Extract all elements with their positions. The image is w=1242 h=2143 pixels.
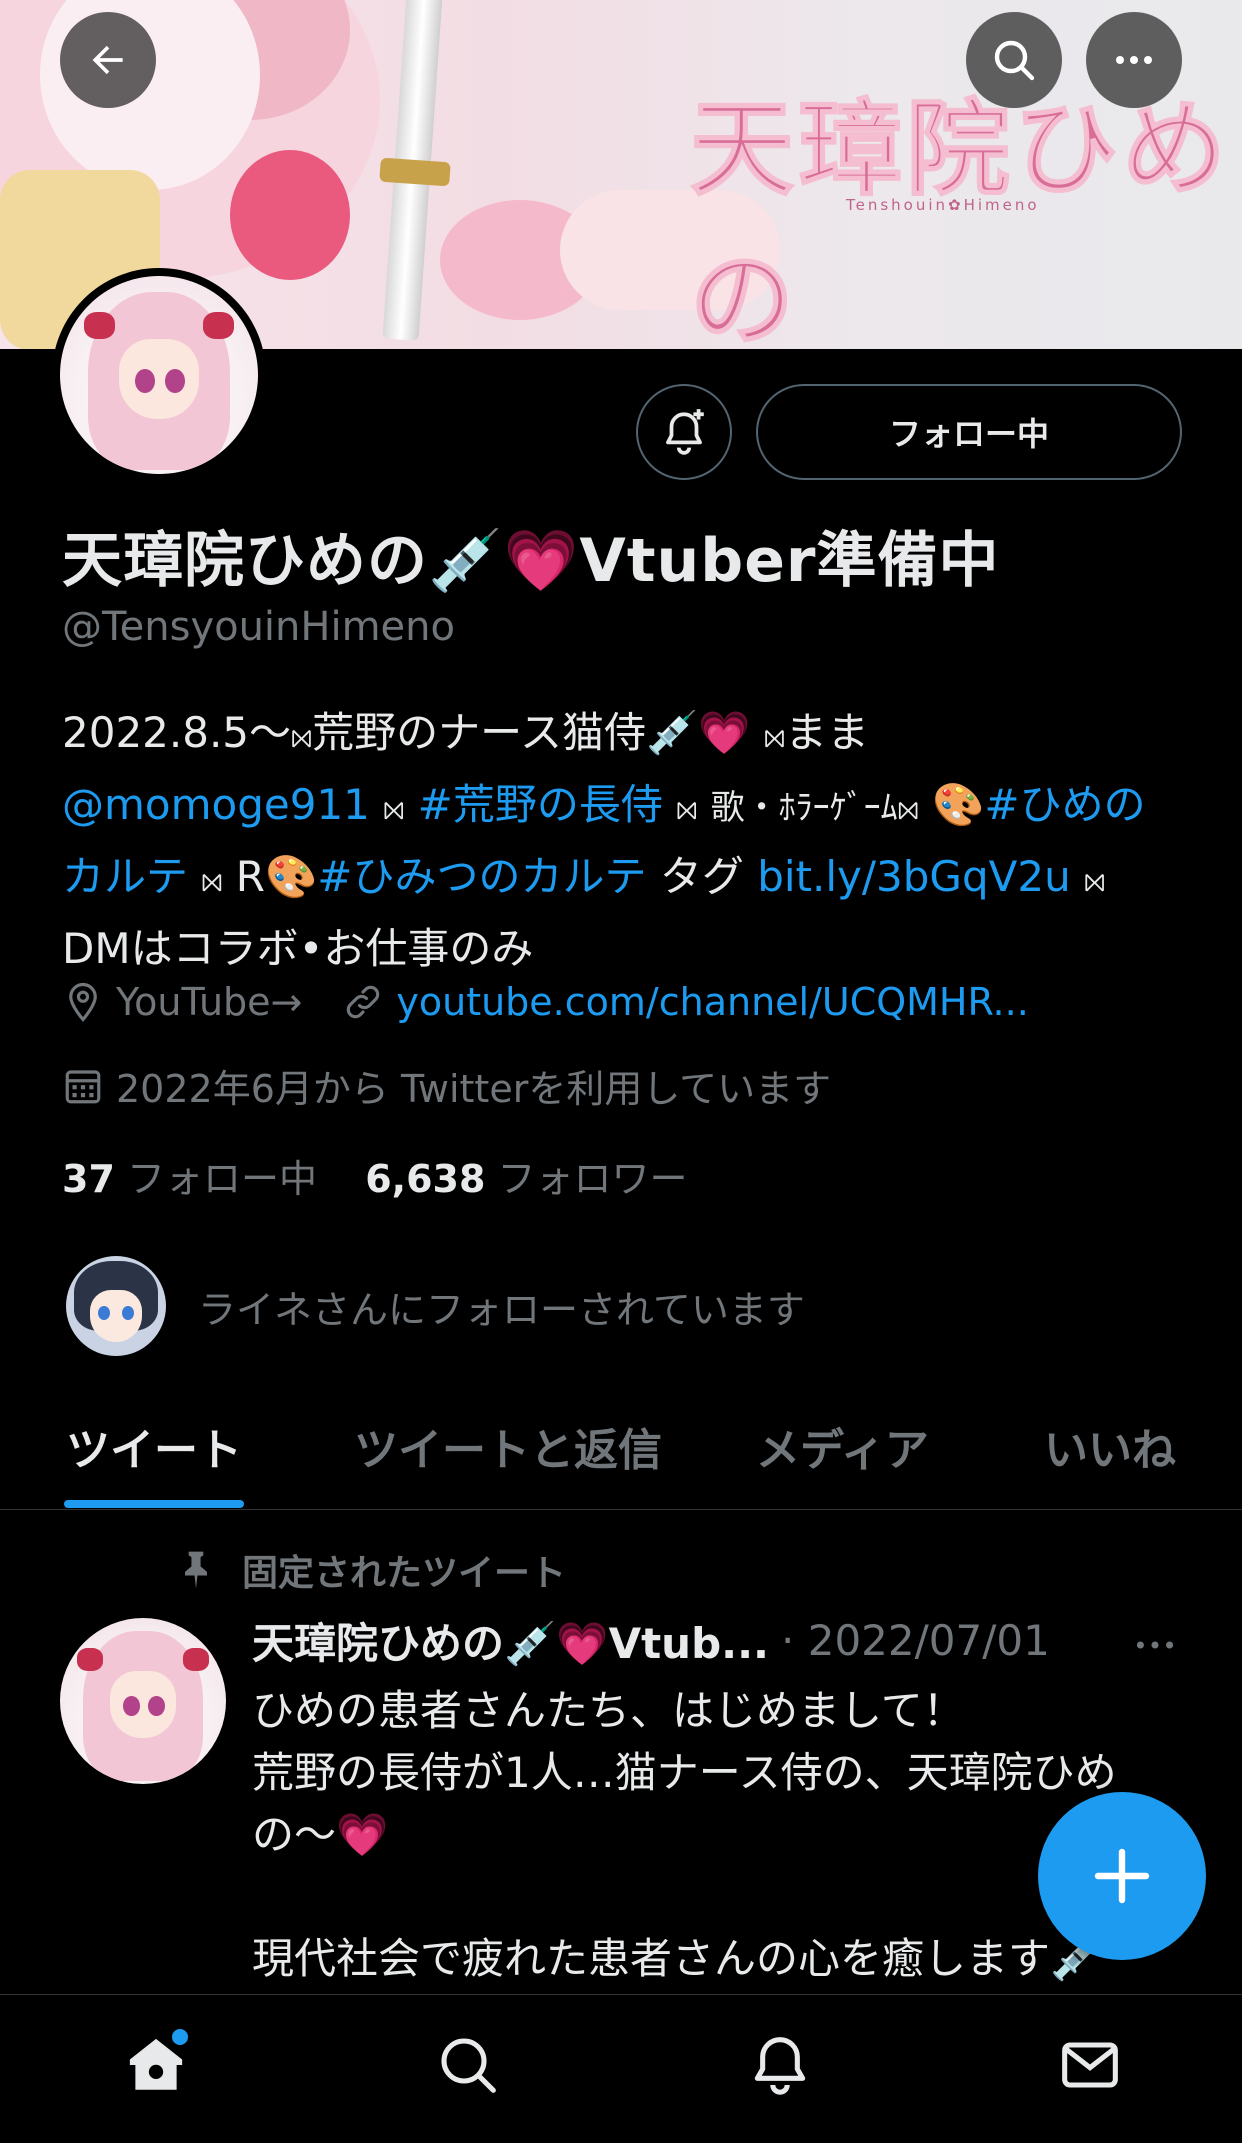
user-handle: @TensyouinHimeno <box>62 604 455 650</box>
nav-home[interactable] <box>116 2025 196 2105</box>
avatar-bow <box>83 311 116 340</box>
notification-dot <box>172 2029 188 2045</box>
location-pin-icon <box>69 982 97 1022</box>
search-icon <box>441 2038 496 2093</box>
bio-text: DMはコラボ•お仕事のみ <box>62 924 534 973</box>
profile-joined-row: 2022年6月から Twitterを利用しています <box>62 1058 831 1113</box>
notify-button[interactable] <box>636 384 732 480</box>
avatar-bow <box>182 1647 210 1672</box>
bio-separator: ⨝ <box>201 868 223 898</box>
bell-plus-icon <box>666 409 704 455</box>
bio-mention-link[interactable]: @momoge911 <box>62 780 370 829</box>
nav-notifications[interactable] <box>740 2025 820 2105</box>
tab-likes[interactable]: いいね <box>1044 1414 1176 1478</box>
profile-stats: 37 フォロー中 6,638 フォロワー <box>62 1148 688 1203</box>
followers-count: 6,638 <box>365 1157 486 1201</box>
pinned-label-row: 固定されたツイート <box>174 1544 566 1596</box>
bio-text: 2022.8.5〜 <box>62 708 292 757</box>
avatar-eye <box>164 369 185 393</box>
more-horizontal-icon <box>1136 1641 1174 1649</box>
bio-separator: ⨝ <box>383 796 405 826</box>
bottom-navigation <box>0 1994 1242 2143</box>
bio-separator: ⨝ <box>1084 868 1106 898</box>
arrow-left-icon <box>92 45 123 75</box>
tweet-line: 現代社会で疲れた患者さんの心を癒します💉 <box>252 1934 1103 1983</box>
bio-text: 歌・ﾎﾗｰｹﾞｰﾑ <box>710 788 898 828</box>
banner-sword-guard <box>379 157 451 187</box>
nav-messages[interactable] <box>1050 2025 1130 2105</box>
bio-separator: ⨝ <box>763 724 786 754</box>
avatar-eye <box>123 1696 140 1716</box>
following-count: 37 <box>62 1157 115 1201</box>
nav-search[interactable] <box>428 2025 508 2105</box>
bio-url-link[interactable]: bit.ly/3bGqV2u <box>757 852 1070 901</box>
following-stat[interactable]: 37 フォロー中 <box>62 1157 317 1201</box>
tab-media[interactable]: メディア <box>756 1414 929 1478</box>
more-button[interactable] <box>1086 12 1182 108</box>
avatar-image <box>60 276 258 474</box>
profile-joined-date: 2022年6月から Twitterを利用しています <box>116 1067 832 1111</box>
profile-meta-row: YouTube→ youtube.com/channel/UCQMHR... <box>62 980 1029 1024</box>
following-button[interactable]: フォロー中 <box>756 384 1182 480</box>
tab-tweets-and-replies[interactable]: ツイートと返信 <box>354 1414 662 1478</box>
followers-label: フォロワー <box>497 1157 688 1201</box>
tweet-header: 天璋院ひめの💉💗Vtub... · 2022/07/01 <box>252 1610 1050 1671</box>
bio-separator: ⨝ <box>291 724 313 754</box>
mail-icon <box>1062 2042 1118 2088</box>
tweet-date[interactable]: · 2022/07/01 <box>781 1616 1050 1665</box>
tweet-more-button[interactable] <box>1130 1620 1180 1674</box>
avatar-face <box>109 1671 177 1738</box>
banner-logo-sub: Tenshouin✿Himeno <box>846 196 1040 214</box>
display-name: 天璋院ひめの💉💗Vtuber準備中 <box>62 526 1000 596</box>
followers-stat[interactable]: 6,638 フォロワー <box>365 1157 687 1201</box>
search-button[interactable] <box>966 12 1062 108</box>
compose-tweet-button[interactable] <box>1038 1792 1206 1960</box>
bio-separator: ⨝ <box>897 796 919 826</box>
tweet-author-avatar[interactable] <box>60 1618 226 1784</box>
profile-tabs: ツイート ツイートと返信 メディア いいね <box>0 1400 1242 1510</box>
following-label: フォロー中 <box>126 1157 317 1201</box>
profile-avatar[interactable] <box>52 268 266 482</box>
avatar-eye <box>135 369 156 393</box>
palette-emoji: 🎨 <box>932 780 985 829</box>
bio-hashtag-link[interactable]: #ひみつのカルテ <box>317 852 646 901</box>
follower-avatar <box>66 1256 166 1356</box>
bio-separator: ⨝ <box>676 796 698 826</box>
bio-text: タグ <box>659 852 744 901</box>
profile-url-link[interactable]: youtube.com/channel/UCQMHR... <box>396 980 1028 1024</box>
followed-by-row[interactable]: ライネさんにフォローされています <box>66 1256 805 1356</box>
banner-shape <box>230 150 350 280</box>
followed-by-text: ライネさんにフォローされています <box>198 1287 805 1332</box>
tab-tweets[interactable]: ツイート <box>66 1414 242 1478</box>
plus-icon <box>1094 1848 1150 1904</box>
pinned-tweet-label: 固定されたツイート <box>242 1553 567 1594</box>
calendar-icon <box>65 1069 101 1103</box>
link-icon <box>347 985 380 1019</box>
bio-text: まま <box>785 708 870 757</box>
more-horizontal-icon <box>1116 56 1152 64</box>
profile-bio: 2022.8.5〜⨝荒野のナース猫侍💉💗 ⨝まま @momoge911 ⨝ #荒… <box>62 700 1182 981</box>
active-tab-indicator <box>64 1500 244 1508</box>
search-icon <box>994 40 1035 81</box>
pin-icon <box>185 1551 207 1589</box>
avatar-eye <box>147 1696 165 1716</box>
avatar-face <box>119 339 199 419</box>
bio-text: 荒野のナース猫侍💉💗 <box>312 708 751 757</box>
tweet-line: ひめの患者さんたち、はじめまして！ <box>252 1686 965 1735</box>
bio-text: R🎨 <box>235 852 318 901</box>
tweet-line: 荒野の長侍が1人…猫ナース侍の、天璋院ひめ <box>252 1748 1117 1797</box>
bio-hashtag-link[interactable]: #荒野の長侍 <box>418 780 663 829</box>
avatar-bow <box>76 1647 104 1672</box>
bell-icon <box>754 2037 806 2095</box>
tweet-text[interactable]: ひめの患者さんたち、はじめまして！ 荒野の長侍が1人…猫ナース侍の、天璋院ひめ … <box>252 1680 1182 1990</box>
tweet-author-name[interactable]: 天璋院ひめの💉💗Vtub... <box>252 1610 769 1671</box>
profile-location: YouTube→ <box>116 980 303 1024</box>
avatar-bow <box>202 311 235 340</box>
back-button[interactable] <box>60 12 156 108</box>
